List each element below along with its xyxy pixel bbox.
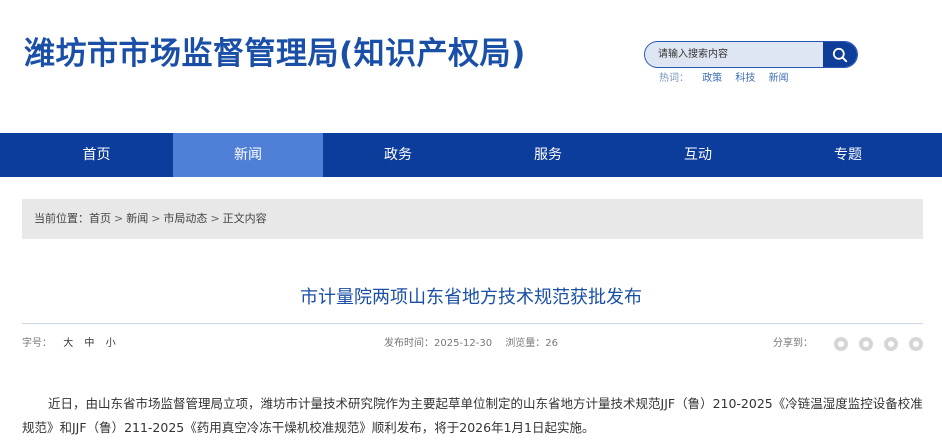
breadcrumb-link-news[interactable]: 新闻	[126, 212, 148, 225]
weibo-icon[interactable]	[859, 337, 873, 351]
nav-item-interaction[interactable]: 互动	[623, 133, 773, 177]
hotwords: 热词： 政策 科技 新闻	[659, 72, 799, 86]
breadcrumb-prefix: 当前位置：	[34, 212, 89, 225]
share-bar: 分享到：	[773, 336, 923, 352]
wechat-icon[interactable]	[834, 337, 848, 351]
view-count: 浏览量：26	[505, 338, 559, 349]
site-title: 潍坊市市场监督管理局(知识产权局)	[24, 36, 526, 72]
site-header: 潍坊市市场监督管理局(知识产权局) 热词： 政策 科技 新闻	[0, 0, 942, 133]
breadcrumb-separator: >	[151, 212, 161, 225]
search-input[interactable]	[645, 42, 823, 67]
nav-item-home[interactable]: 首页	[0, 133, 173, 177]
breadcrumb-link-home[interactable]: 首页	[89, 212, 111, 225]
search-box	[644, 41, 858, 68]
nav-item-topics[interactable]: 专题	[773, 133, 923, 177]
article-title: 市计量院两项山东省地方技术规范获批发布	[300, 287, 642, 308]
nav-item-service[interactable]: 服务	[473, 133, 623, 177]
font-size-small[interactable]: 小	[106, 338, 116, 349]
nav-item-news[interactable]: 新闻	[173, 133, 323, 177]
title-divider	[22, 323, 923, 324]
qzone-icon[interactable]	[909, 337, 923, 351]
publish-time: 发布时间：2025-12-30	[384, 338, 493, 349]
hotword-link[interactable]: 新闻	[769, 73, 789, 84]
hotwords-label: 热词：	[659, 73, 689, 84]
breadcrumb-separator: >	[114, 212, 124, 225]
font-size-switcher: 字号： 大 中 小	[22, 336, 124, 352]
share-label: 分享到：	[773, 338, 813, 349]
publish-info: 发布时间：2025-12-30 浏览量：26	[384, 336, 568, 352]
search-icon	[832, 47, 848, 62]
hotword-link[interactable]: 政策	[702, 73, 722, 84]
breadcrumb-current: 正文内容	[222, 212, 267, 225]
font-size-medium[interactable]: 中	[84, 338, 94, 349]
qq-icon[interactable]	[884, 337, 898, 351]
article-meta: 字号： 大 中 小 发布时间：2025-12-30 浏览量：26 分享到：	[22, 336, 923, 352]
font-size-label: 字号：	[22, 338, 52, 349]
article-body: 近日，由山东省市场监督管理局立项，潍坊市计量技术研究院作为主要起草单位制定的山东…	[22, 396, 923, 435]
breadcrumb: 当前位置：首页 > 新闻 > 市局动态 > 正文内容	[22, 199, 923, 239]
nav-item-government[interactable]: 政务	[323, 133, 473, 177]
breadcrumb-link-bureau-news[interactable]: 市局动态	[163, 212, 207, 225]
main-nav: 首页 新闻 政务 服务 互动 专题	[0, 133, 942, 177]
search-button[interactable]	[823, 42, 857, 67]
breadcrumb-separator: >	[210, 212, 220, 225]
hotword-link[interactable]: 科技	[735, 73, 755, 84]
font-size-large[interactable]: 大	[63, 338, 73, 349]
